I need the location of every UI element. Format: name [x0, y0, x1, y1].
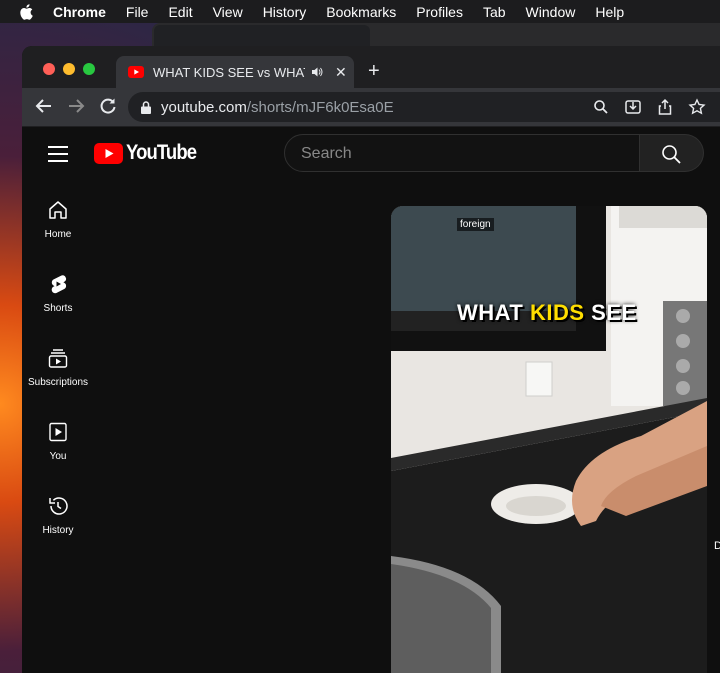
window-controls	[43, 63, 103, 75]
close-window-button[interactable]	[43, 63, 55, 75]
youtube-favicon-icon	[128, 66, 144, 78]
bookmark-star-icon[interactable]	[688, 98, 706, 116]
zoom-window-button[interactable]	[83, 63, 95, 75]
nav-subscriptions[interactable]: Subscriptions	[22, 347, 94, 388]
nav-shorts[interactable]: Shorts	[22, 273, 94, 314]
macos-menu-bar: Chrome File Edit View History Bookmarks …	[0, 0, 720, 23]
audio-playing-icon[interactable]	[311, 66, 323, 78]
nav-history-label: History	[42, 525, 74, 536]
shorts-video-player[interactable]: foreign WHAT KIDS SEE	[391, 206, 707, 673]
search-input[interactable]: Search	[284, 134, 640, 172]
browser-tab-active[interactable]: WHAT KIDS SEE vs WHAT PARENTS SEE ✕	[116, 56, 354, 88]
forward-arrow-icon[interactable]	[66, 96, 86, 116]
new-tab-button[interactable]: +	[368, 60, 380, 83]
nav-home-label: Home	[44, 229, 72, 240]
youtube-play-logo-icon	[94, 142, 123, 164]
shorts-icon	[51, 275, 67, 294]
menu-help[interactable]: Help	[595, 4, 624, 20]
search-button[interactable]	[640, 134, 704, 172]
clipped-edge-text: D	[714, 540, 720, 552]
menu-history[interactable]: History	[263, 4, 307, 20]
video-caption-overlay: WHAT KIDS SEE	[457, 300, 637, 325]
menu-window[interactable]: Window	[526, 4, 576, 20]
menu-app-chrome[interactable]: Chrome	[53, 4, 106, 20]
youtube-logo[interactable]: YouTube	[94, 141, 206, 165]
nav-you-label: You	[49, 451, 67, 462]
video-frame-image	[391, 206, 707, 673]
youtube-wordmark: YouTube	[126, 141, 197, 164]
search-placeholder: Search	[301, 145, 352, 162]
menu-file[interactable]: File	[126, 4, 149, 20]
search-icon	[662, 145, 681, 164]
nav-shorts-label: Shorts	[43, 303, 73, 314]
menu-profiles[interactable]: Profiles	[416, 4, 463, 20]
tab-title: WHAT KIDS SEE vs WHAT PARENTS SEE	[153, 64, 305, 80]
subscriptions-icon	[48, 349, 68, 368]
install-app-icon[interactable]	[624, 98, 642, 116]
menu-edit[interactable]: Edit	[168, 4, 192, 20]
nav-you[interactable]: You	[22, 421, 94, 462]
home-icon	[49, 201, 67, 219]
zoom-magnifier-icon[interactable]	[592, 98, 610, 116]
browser-toolbar: youtube.com/shorts/mJF6k0Esa0E	[22, 88, 720, 127]
chrome-window: WHAT KIDS SEE vs WHAT PARENTS SEE ✕ + yo…	[22, 46, 720, 673]
guide-menu-icon[interactable]	[48, 146, 68, 162]
nav-home[interactable]: Home	[22, 199, 94, 240]
address-bar[interactable]: youtube.com/shorts/mJF6k0Esa0E	[128, 92, 720, 122]
minimize-window-button[interactable]	[63, 63, 75, 75]
menu-bookmarks[interactable]: Bookmarks	[326, 4, 396, 20]
history-icon	[49, 497, 68, 515]
url-text[interactable]: youtube.com/shorts/mJF6k0Esa0E	[161, 99, 394, 116]
apple-menu-icon[interactable]	[19, 3, 33, 20]
menu-tab[interactable]: Tab	[483, 4, 506, 20]
youtube-page: YouTube Search Home Shorts Subscriptions…	[22, 127, 720, 673]
nav-subscriptions-label: Subscriptions	[27, 377, 89, 388]
you-icon	[49, 422, 67, 442]
foreign-language-badge: foreign	[457, 218, 494, 231]
lock-icon[interactable]	[141, 100, 151, 114]
menu-view[interactable]: View	[213, 4, 243, 20]
omnibox-actions	[592, 98, 720, 116]
close-tab-icon[interactable]: ✕	[335, 64, 347, 81]
reload-icon[interactable]	[98, 96, 118, 116]
nav-history[interactable]: History	[22, 495, 94, 536]
share-icon[interactable]	[656, 98, 674, 116]
tab-strip: WHAT KIDS SEE vs WHAT PARENTS SEE ✕ +	[22, 46, 720, 88]
back-arrow-icon[interactable]	[34, 96, 54, 116]
